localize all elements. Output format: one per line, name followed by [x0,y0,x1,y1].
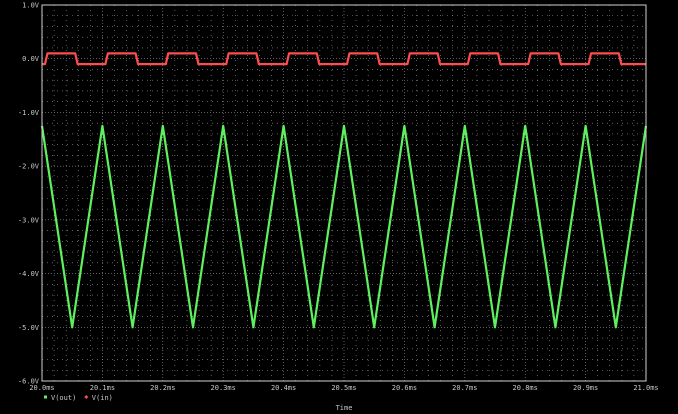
x-tick-label: 20.2ms [150,384,175,392]
x-tick-label: 20.3ms [211,384,236,392]
y-tick-label: 0.0V [22,55,40,63]
x-axis-title: Time [336,404,353,412]
legend-marker-diamond [84,395,89,399]
x-tick-label: 20.5ms [331,384,356,392]
x-tick-label: 20.9ms [573,384,598,392]
x-tick-label: 20.6ms [392,384,417,392]
y-tick-label: -5.0V [18,324,40,332]
series-v-out-line [40,124,648,329]
y-tick-label: -1.0V [18,109,40,117]
x-tick-label: 20.7ms [452,384,477,392]
series-layer [40,52,648,329]
y-tick-labels: 1.0V0.0V-1.0V-2.0V-3.0V-4.0V-5.0V-6.0V [18,2,40,386]
y-tick-label: -2.0V [18,163,40,171]
x-tick-label: 20.0ms [29,384,54,392]
y-tick-label: -3.0V [18,216,40,224]
legend: V(out) V(in) [44,394,113,402]
legend-entry: V(in) [92,394,113,402]
x-tick-label: 20.1ms [90,384,115,392]
x-tick-label: 20.4ms [271,384,296,392]
x-tick-labels: 20.0ms 20.1ms 20.2ms 20.3ms 20.4ms 20.5ms 20.6… [29,384,658,392]
oscilloscope-chart: 1.0V0.0V-1.0V-2.0V-3.0V-4.0V-5.0V-6.0V 2… [18,2,659,413]
legend-entry: V(out) [51,394,76,402]
x-tick-label: 21.0ms [633,384,658,392]
x-tick-label: 20.8ms [513,384,538,392]
y-tick-label: 1.0V [22,2,40,10]
legend-marker-square [44,395,47,399]
y-tick-label: -4.0V [18,270,40,278]
